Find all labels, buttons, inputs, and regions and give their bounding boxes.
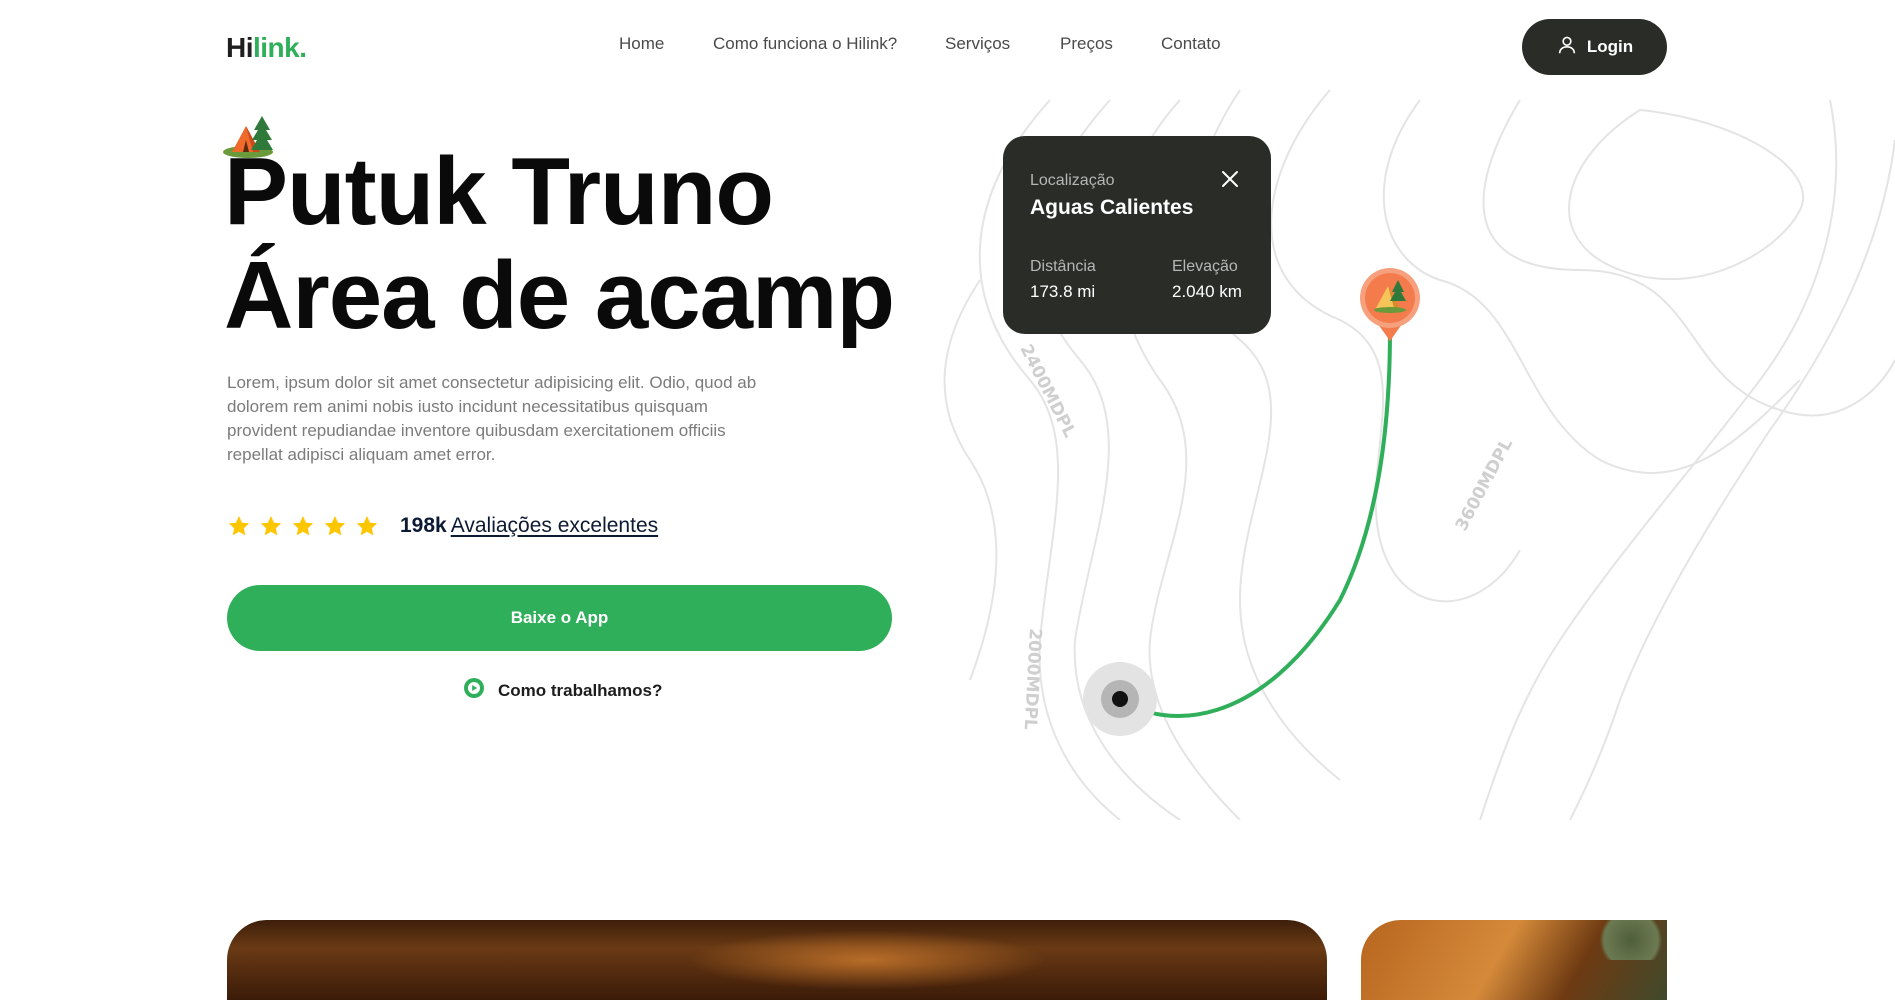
play-icon — [464, 678, 484, 703]
elevation-value: 2.040 km — [1172, 282, 1242, 301]
close-icon[interactable] — [1220, 169, 1240, 189]
nav-link-pricing[interactable]: Preços — [1060, 34, 1113, 54]
rating-row: 198k Avaliações excelentes — [227, 512, 658, 540]
star-icon — [292, 516, 314, 536]
hero-title-line-2: Área de acamp — [224, 242, 895, 349]
login-label: Login — [1586, 37, 1634, 56]
reviews-link[interactable]: Avaliações excelentes — [451, 514, 658, 538]
rating-count: 198k — [400, 514, 447, 537]
nav-link-services[interactable]: Serviços — [945, 34, 1010, 54]
hero-title: Putuk Truno Área de acamp — [224, 138, 895, 349]
star-icon — [324, 516, 346, 536]
nav-link-how-it-works[interactable]: Como funciona o Hilink? — [713, 34, 897, 54]
elevation-label: Elevação — [1172, 258, 1238, 275]
hero-description: Lorem, ipsum dolor sit amet consectetur … — [227, 373, 757, 464]
start-marker — [1083, 662, 1157, 736]
contour-label-2400: 2400MDPL — [1016, 341, 1080, 441]
nav-link-contact[interactable]: Contato — [1161, 34, 1221, 54]
location-name: Aguas Calientes — [1030, 196, 1194, 219]
how-we-work-link[interactable]: Como trabalhamos? — [464, 678, 662, 703]
contour-label-2000: 2000MDPL — [1020, 628, 1045, 731]
login-button[interactable]: Login — [1522, 19, 1667, 75]
distance-value: 173.8 mi — [1030, 282, 1096, 301]
location-card: Localização Aguas Calientes Distância 17… — [1003, 136, 1271, 334]
distance-label: Distância — [1030, 258, 1096, 275]
topographic-map: 2400MDPL 3600MDPL 2000MDPL — [820, 80, 1895, 820]
download-app-button[interactable]: Baixe o App — [227, 585, 892, 651]
how-we-work-label: Como trabalhamos? — [498, 680, 663, 700]
camp-image-large — [227, 920, 1327, 1000]
hero-title-line-1: Putuk Truno — [224, 138, 774, 245]
star-icon — [228, 516, 250, 536]
user-icon — [1556, 34, 1578, 61]
camp-image-small — [1361, 920, 1667, 1000]
location-label: Localização — [1030, 172, 1115, 189]
star-icon — [260, 516, 282, 536]
nav-link-home[interactable]: Home — [619, 34, 664, 54]
contour-label-3600: 3600MDPL — [1452, 435, 1517, 534]
destination-pin — [1360, 268, 1420, 342]
star-icon — [356, 516, 378, 536]
rating-stars — [227, 514, 379, 538]
